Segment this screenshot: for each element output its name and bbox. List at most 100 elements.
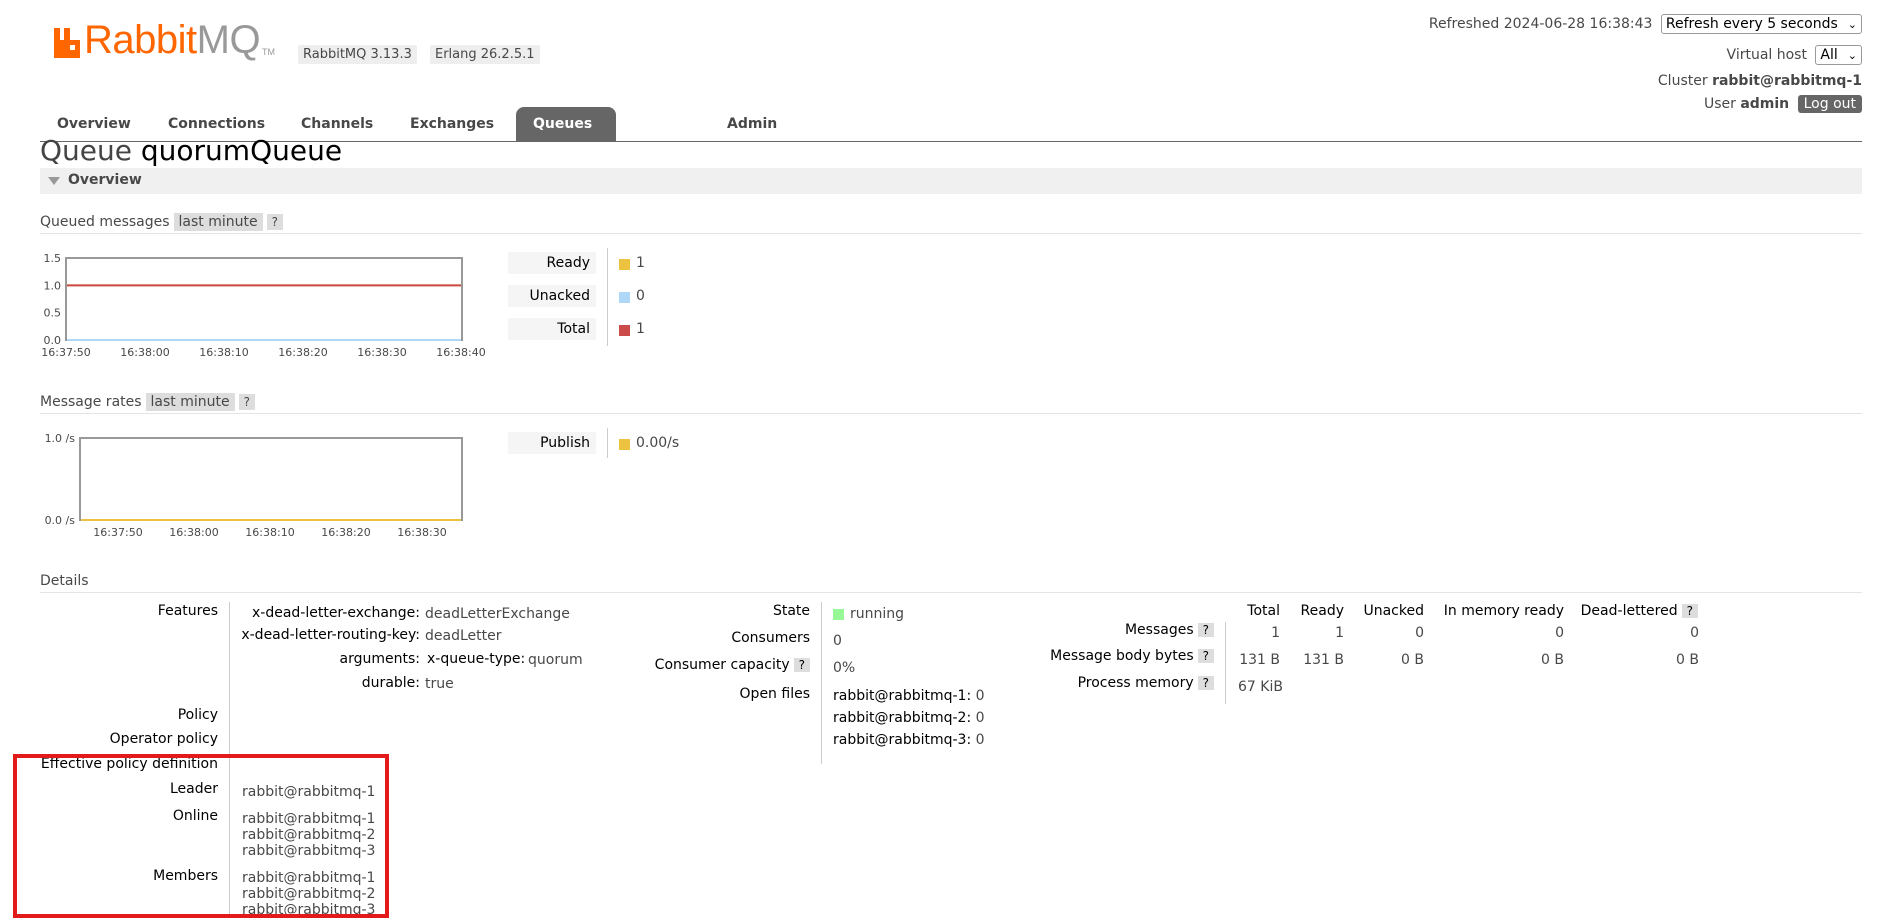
- refresh-select[interactable]: Refresh every 5 seconds ⌄: [1660, 14, 1862, 34]
- stat-cell: 0 B: [1676, 652, 1699, 668]
- cluster-label: Cluster: [1657, 73, 1708, 89]
- range-selector[interactable]: last minute: [145, 393, 235, 411]
- legend-total-swatch: [619, 325, 630, 336]
- feature-key: x-dead-letter-routing-key:: [241, 627, 420, 643]
- help-button[interactable]: ?: [1681, 604, 1698, 618]
- user-label: User: [1703, 96, 1736, 112]
- legend-total-label: Total: [508, 318, 596, 340]
- highlight-box: [13, 754, 389, 918]
- x-tick-label: 16:37:50: [93, 526, 142, 538]
- x-tick-label: 16:38:10: [199, 346, 248, 358]
- heading-rule: [40, 233, 1862, 234]
- x-tick-label: 16:38:20: [278, 346, 327, 358]
- operator-policy-label: Operator policy: [109, 731, 218, 747]
- y-tick-label: 0.0 /s: [45, 514, 76, 527]
- col-in-memory-ready: In memory ready: [1443, 603, 1564, 619]
- messages-label: Messages?: [1000, 622, 1214, 638]
- consumer-capacity-label: Consumer capacity?: [620, 657, 810, 673]
- help-button[interactable]: ?: [266, 214, 283, 230]
- queued-messages-heading: Queued messages last minute?: [40, 213, 283, 231]
- open-files-node: rabbit@rabbitmq-1: 0: [833, 688, 985, 704]
- y-tick-label: 1.0 /s: [45, 432, 76, 445]
- stat-cell: 0: [1555, 625, 1564, 641]
- feature-key: x-dead-letter-exchange:: [251, 605, 420, 621]
- vhost-select[interactable]: All ⌄: [1815, 45, 1862, 65]
- feature-key: durable:: [361, 675, 420, 691]
- stat-cell: 1: [1335, 625, 1344, 641]
- x-tick-label: 16:38:40: [436, 346, 485, 358]
- legend-divider: [607, 248, 608, 346]
- open-files-node: rabbit@rabbitmq-3: 0: [833, 732, 985, 748]
- state-label: State: [772, 603, 810, 619]
- rabbitmq-version-badge: RabbitMQ 3.13.3: [298, 45, 417, 64]
- brand-tm: TM: [262, 47, 275, 57]
- brand-name: RabbitMQ: [84, 18, 261, 62]
- feature-value: deadLetterExchange: [425, 606, 570, 622]
- y-tick-label: 1.5: [44, 252, 62, 265]
- stat-cell: 67 KiB: [1238, 679, 1283, 695]
- legend-ready-label: Ready: [508, 252, 596, 274]
- vhost-row: Virtual host All ⌄: [1727, 45, 1862, 65]
- overview-section-toggle[interactable]: Overview: [40, 168, 1862, 194]
- policy-label: Policy: [177, 707, 218, 723]
- heading-rule: [40, 592, 1862, 593]
- process-memory-label: Process memory?: [1000, 675, 1214, 691]
- stat-cell: 0: [1690, 625, 1699, 641]
- refreshed-label: Refreshed 2024-06-28 16:38:43: [1428, 16, 1653, 32]
- legend-publish-label: Publish: [508, 432, 596, 454]
- open-files-label: Open files: [739, 686, 810, 702]
- message-rates-heading: Message rates last minute?: [40, 393, 255, 411]
- x-tick-label: 16:38:10: [245, 526, 294, 538]
- legend-unacked-swatch: [619, 292, 630, 303]
- tab-exchanges[interactable]: Exchanges: [393, 107, 511, 141]
- open-files-node: rabbit@rabbitmq-2: 0: [833, 710, 985, 726]
- details-mid-divider: [821, 602, 822, 764]
- y-tick-label: 0.5: [44, 307, 62, 320]
- col-total: Total: [1247, 603, 1280, 619]
- details-heading: Details: [40, 573, 89, 589]
- help-button[interactable]: ?: [1197, 676, 1214, 690]
- help-button[interactable]: ?: [238, 394, 255, 410]
- tab-queues-and-streams[interactable]: Queues and Streams: [516, 107, 616, 200]
- consumers-value: 0: [833, 633, 842, 649]
- feature-key: arguments:: [339, 651, 420, 667]
- plot-area: [65, 257, 463, 341]
- vhost-label: Virtual host: [1726, 47, 1807, 63]
- cluster-row: Cluster rabbit@rabbitmq-1: [1658, 73, 1862, 89]
- help-button[interactable]: ?: [1197, 649, 1214, 663]
- col-ready: Ready: [1300, 603, 1344, 619]
- feature-value: deadLetter: [425, 628, 502, 644]
- logout-button[interactable]: Log out: [1797, 95, 1862, 113]
- refresh-row: Refreshed 2024-06-28 16:38:43 Refresh ev…: [1429, 14, 1862, 34]
- stat-cell: 0: [1415, 625, 1424, 641]
- tab-admin[interactable]: Admin: [710, 107, 794, 141]
- help-button[interactable]: ?: [1197, 623, 1214, 637]
- section-label: Overview: [68, 172, 142, 188]
- consumers-label: Consumers: [731, 630, 810, 646]
- erlang-version-badge: Erlang 26.2.5.1: [430, 45, 540, 64]
- legend-unacked-value: 0: [636, 288, 645, 304]
- x-tick-label: 16:38:30: [397, 526, 446, 538]
- user-row: User admin Log out: [1704, 95, 1862, 113]
- plot-area: [79, 437, 463, 521]
- message-rates-chart: 0.0 /s 1.0 /s 16:37:50 16:38:00 16:38:10 16:3…: [45, 432, 463, 538]
- help-button[interactable]: ?: [793, 658, 810, 672]
- feature-value: x-queue-type:: [427, 651, 526, 667]
- col-unacked: Unacked: [1363, 603, 1424, 619]
- legend-publish-swatch: [619, 439, 630, 450]
- state-value: running: [850, 606, 905, 622]
- chevron-down-icon: ⌄: [1847, 18, 1857, 31]
- x-tick-label: 16:38:00: [120, 346, 169, 358]
- chevron-down-icon: ⌄: [1847, 49, 1857, 62]
- x-tick-label: 16:38:00: [169, 526, 218, 538]
- x-tick-label: 16:38:30: [357, 346, 406, 358]
- message-body-bytes-label: Message body bytes?: [1000, 648, 1214, 664]
- features-label: Features: [157, 603, 218, 619]
- cluster-value: rabbit@rabbitmq-1: [1712, 73, 1862, 89]
- stat-cell: 131 B: [1303, 652, 1344, 668]
- rabbitmq-logo-icon: [54, 28, 80, 58]
- range-selector[interactable]: last minute: [173, 213, 263, 231]
- queued-messages-chart: 0.00.51.01.516:37:50 16:38:00 16:38:10 16:3…: [41, 252, 485, 358]
- page-title: Queue quorumQueue: [40, 134, 343, 167]
- y-tick-label: 1.0: [44, 279, 62, 292]
